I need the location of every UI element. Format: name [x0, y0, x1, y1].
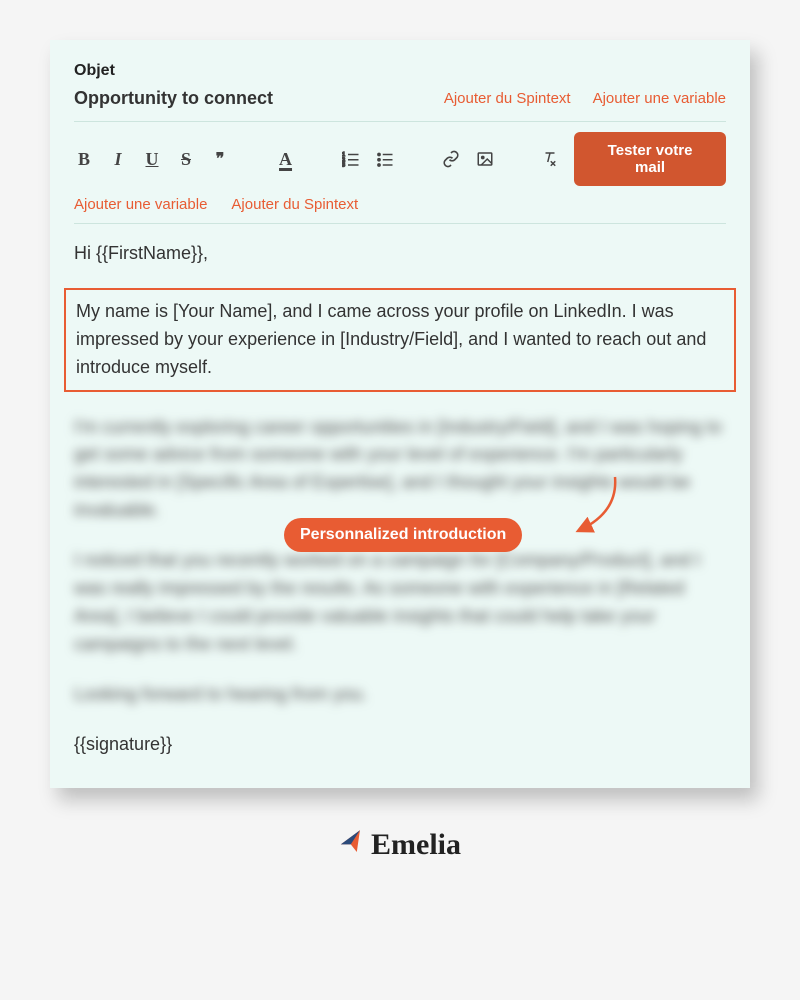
paper-plane-icon [336, 827, 368, 864]
subject-row: Opportunity to connect Ajouter du Spinte… [74, 88, 726, 109]
body-add-variable-link[interactable]: Ajouter une variable [74, 196, 207, 213]
signature-line: {{signature}} [74, 731, 726, 759]
intro-paragraph: My name is [Your Name], and I came acros… [76, 301, 706, 377]
callout-arrow-icon [560, 472, 630, 542]
paragraph-3: I noticed that you recently worked on a … [74, 547, 726, 659]
quote-icon[interactable]: ❞ [210, 149, 230, 169]
svg-text:3: 3 [342, 163, 345, 169]
subject-actions: Ajouter du Spintext Ajouter une variable [444, 90, 726, 107]
add-spintext-link[interactable]: Ajouter du Spintext [444, 90, 571, 107]
editor-secondary-links: Ajouter une variable Ajouter du Spintext [74, 196, 726, 224]
subject-input[interactable]: Opportunity to connect [74, 88, 273, 109]
strikethrough-icon[interactable]: S [176, 149, 196, 169]
link-icon[interactable] [441, 149, 461, 169]
paragraph-4: Looking forward to hearing from you. [74, 681, 726, 709]
body-add-spintext-link[interactable]: Ajouter du Spintext [231, 196, 358, 213]
underline-icon[interactable]: U [142, 149, 162, 169]
formatting-toolbar: B I U S ❞ A 123 [74, 121, 726, 186]
unordered-list-icon[interactable] [375, 149, 395, 169]
callout-badge: Personnalized introduction [284, 518, 522, 552]
bold-icon[interactable]: B [74, 149, 94, 169]
email-editor-card: Objet Opportunity to connect Ajouter du … [50, 40, 750, 788]
add-variable-link[interactable]: Ajouter une variable [593, 90, 726, 107]
clear-format-icon[interactable] [540, 149, 560, 169]
brand-logo: Emelia [339, 828, 461, 862]
test-mail-button[interactable]: Tester votre mail [574, 132, 726, 186]
font-color-icon[interactable]: A [276, 149, 296, 169]
italic-icon[interactable]: I [108, 149, 128, 169]
intro-highlight-box: My name is [Your Name], and I came acros… [64, 288, 736, 392]
ordered-list-icon[interactable]: 123 [341, 149, 361, 169]
subject-label: Objet [74, 62, 726, 80]
greeting-line: Hi {{FirstName}}, [74, 240, 726, 268]
image-icon[interactable] [475, 149, 495, 169]
brand-name: Emelia [371, 828, 461, 862]
